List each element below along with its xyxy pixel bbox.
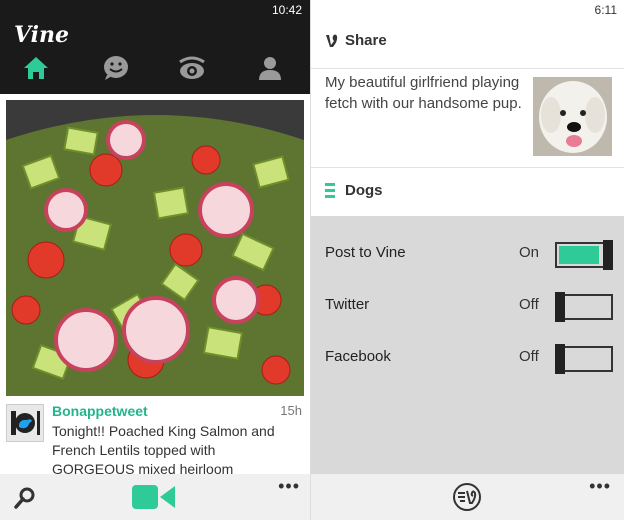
- activity-icon: [104, 56, 128, 80]
- post-meta: Bonappetweet 15h Tonight!! Poached King …: [0, 400, 310, 477]
- more-button[interactable]: •••: [278, 476, 300, 497]
- vine-logo: Vine: [14, 22, 70, 48]
- video-camera-icon: [132, 485, 175, 509]
- vine-video-thumbnail[interactable]: [6, 100, 304, 396]
- setting-state: On: [519, 244, 540, 261]
- tab-explore[interactable]: [172, 50, 212, 86]
- record-button[interactable]: [132, 483, 176, 516]
- setting-state: Off: [519, 296, 539, 313]
- post-to-vine-toggle[interactable]: [555, 240, 613, 270]
- setting-row-facebook: Facebook Off: [311, 338, 624, 378]
- share-header: Share: [325, 32, 387, 49]
- vine-v-icon: [326, 34, 338, 47]
- more-button[interactable]: •••: [589, 476, 611, 497]
- setting-row-twitter: Twitter Off: [311, 286, 624, 326]
- app-bar: •••: [0, 474, 310, 520]
- setting-label: Twitter: [325, 296, 370, 313]
- search-icon: [14, 487, 35, 509]
- toggle-fill: [559, 246, 599, 264]
- post-author[interactable]: Bonappetweet: [52, 403, 148, 419]
- tab-profile[interactable]: [250, 50, 290, 86]
- profile-icon: [259, 57, 281, 80]
- twitter-toggle[interactable]: [555, 292, 613, 322]
- tab-activity[interactable]: [96, 50, 136, 86]
- channel-icon: [325, 182, 335, 198]
- app-bar: •••: [311, 474, 624, 520]
- toggle-knob: [555, 292, 565, 322]
- post-age: 15h: [280, 403, 302, 418]
- tab-home[interactable]: [16, 50, 56, 86]
- vine-share-screen: 6:11 Share My beautiful girlfriend playi…: [310, 0, 624, 520]
- status-time: 6:11: [594, 3, 617, 17]
- status-bar: 6:11: [311, 0, 624, 22]
- facebook-toggle[interactable]: [555, 344, 613, 374]
- share-button[interactable]: [451, 482, 483, 517]
- status-bar: 10:42: [0, 0, 310, 22]
- setting-label: Facebook: [325, 348, 391, 365]
- toggle-knob: [555, 344, 565, 374]
- channel-label: Dogs: [345, 182, 383, 199]
- salad-photo: [6, 100, 304, 396]
- share-title: Share: [345, 32, 387, 49]
- setting-row-vine: Post to Vine On: [311, 234, 624, 274]
- video-thumbnail: [533, 77, 612, 156]
- search-button[interactable]: [14, 487, 36, 514]
- divider: [311, 167, 624, 168]
- channel-selector[interactable]: Dogs: [325, 182, 383, 199]
- setting-label: Post to Vine: [325, 244, 406, 261]
- author-avatar[interactable]: [6, 404, 44, 442]
- post-description[interactable]: My beautiful girlfriend playing fetch wi…: [325, 72, 525, 114]
- share-settings: Post to Vine On Twitter Off Facebook Off: [311, 216, 624, 474]
- avatar-image: [11, 411, 40, 435]
- home-icon: [24, 57, 48, 79]
- send-vine-icon: [453, 483, 481, 511]
- vine-feed-screen: 10:42 Vine Bonappetweet 15h Tonight!! Po…: [0, 0, 310, 520]
- setting-state: Off: [519, 348, 539, 365]
- status-time: 10:42: [271, 3, 302, 17]
- divider: [311, 68, 624, 69]
- dog-photo: [533, 77, 612, 156]
- app-header: Vine: [0, 22, 310, 94]
- toggle-knob: [603, 240, 613, 270]
- post-caption: Tonight!! Poached King Salmon and French…: [52, 423, 275, 477]
- explore-icon: [179, 56, 205, 79]
